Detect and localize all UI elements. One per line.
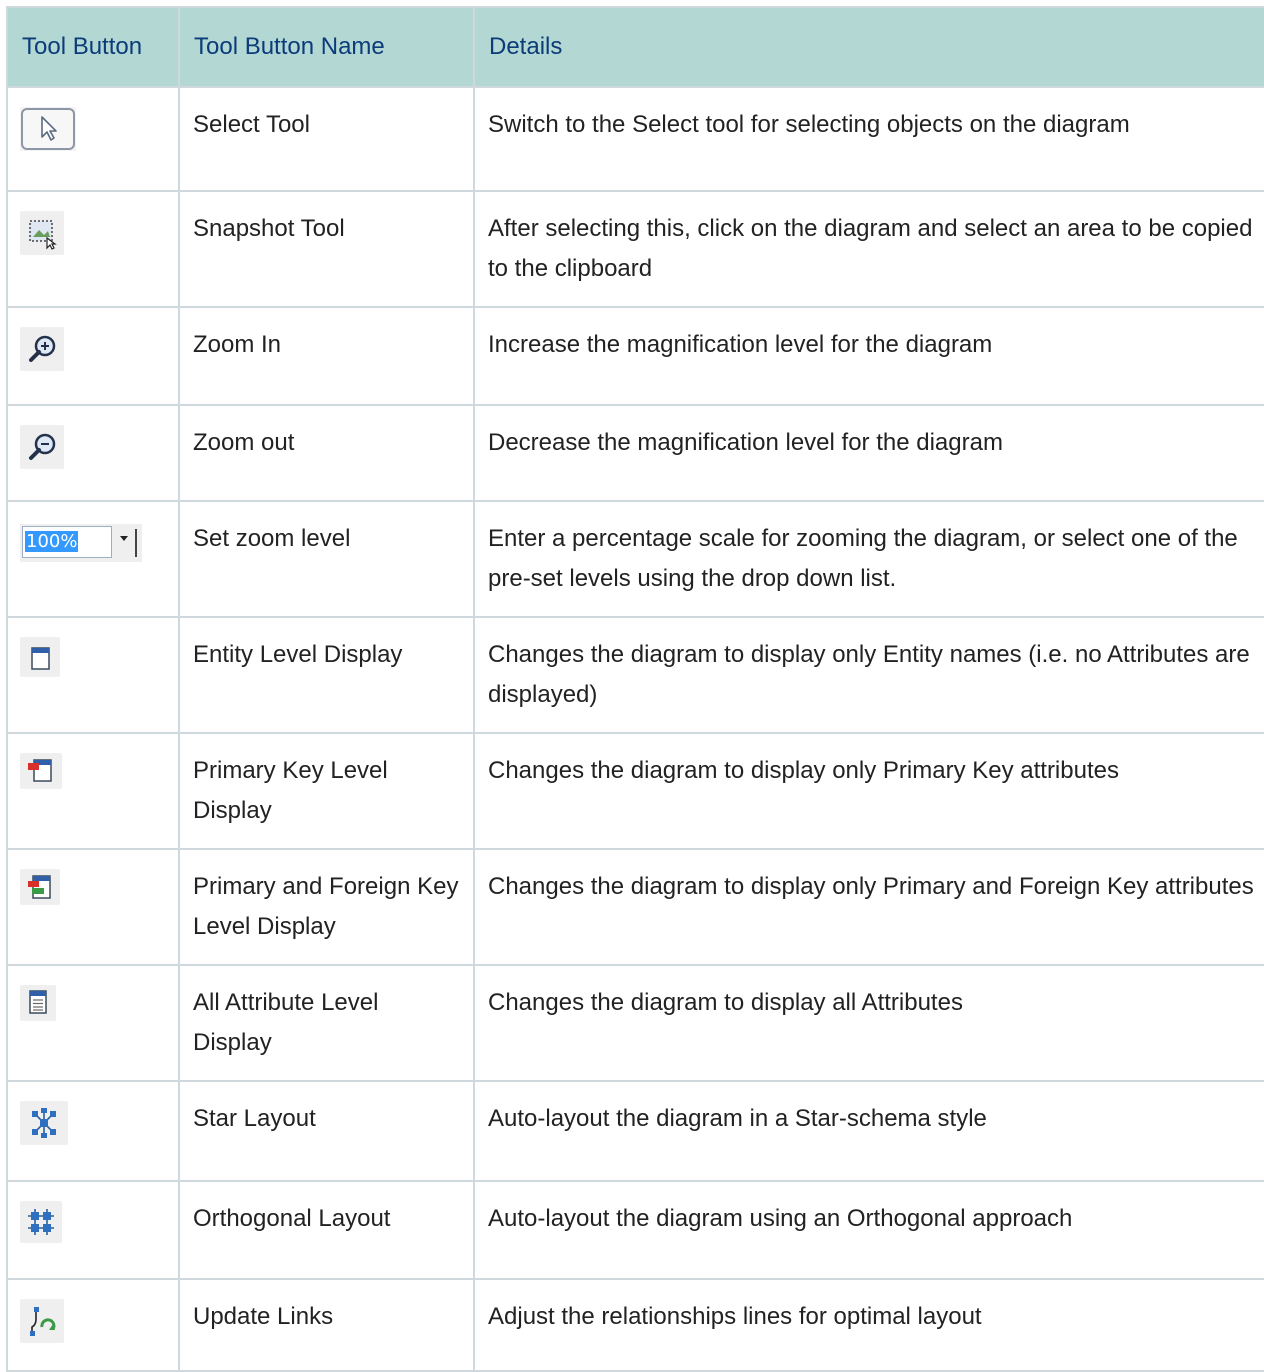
primary-key-level-icon[interactable] <box>20 753 62 789</box>
tool-details: Decrease the magnification level for the… <box>473 404 1264 502</box>
tool-details: Increase the magnification level for the… <box>473 306 1264 406</box>
tool-details: Changes the diagram to display all Attri… <box>473 964 1264 1082</box>
table-row: Zoom out Decrease the magnification leve… <box>6 404 1264 502</box>
icon-cell <box>6 1080 180 1182</box>
tool-buttons-table: Tool Button Tool Button Name Details Sel… <box>6 6 1264 1372</box>
header-details: Details <box>473 6 1264 88</box>
zoom-out-icon[interactable] <box>20 425 64 469</box>
tool-details: Changes the diagram to display only Enti… <box>473 616 1264 734</box>
icon-cell <box>6 190 180 308</box>
select-tool-icon[interactable] <box>20 107 76 151</box>
tool-name: Primary and Foreign Key Level Display <box>178 848 475 966</box>
update-links-icon[interactable] <box>20 1299 64 1343</box>
table-row: Select Tool Switch to the Select tool fo… <box>6 86 1264 192</box>
tool-details: Changes the diagram to display only Prim… <box>473 848 1264 966</box>
table-row: Primary Key Level Display Changes the di… <box>6 732 1264 850</box>
tool-name: Update Links <box>178 1278 475 1372</box>
table-row: 100% Set zoom level Enter a percentage s… <box>6 500 1264 618</box>
orthogonal-layout-icon[interactable] <box>20 1201 62 1243</box>
tool-name: Set zoom level <box>178 500 475 618</box>
header-tool-button: Tool Button <box>6 6 180 88</box>
header-tool-button-name: Tool Button Name <box>178 6 475 88</box>
tool-name: Entity Level Display <box>178 616 475 734</box>
icon-cell <box>6 1278 180 1372</box>
table-row: Orthogonal Layout Auto-layout the diagra… <box>6 1180 1264 1280</box>
entity-level-icon[interactable] <box>20 637 60 677</box>
tool-details: After selecting this, click on the diagr… <box>473 190 1264 308</box>
chevron-down-icon[interactable] <box>120 536 128 541</box>
icon-cell <box>6 404 180 502</box>
icon-cell <box>6 964 180 1082</box>
tool-details: Auto-layout the diagram using an Orthogo… <box>473 1180 1264 1280</box>
table-row: Zoom In Increase the magnification level… <box>6 306 1264 406</box>
tool-details: Auto-layout the diagram in a Star-schema… <box>473 1080 1264 1182</box>
icon-cell <box>6 732 180 850</box>
table-row: Update Links Adjust the relationships li… <box>6 1278 1264 1372</box>
primary-foreign-key-level-icon[interactable] <box>20 869 60 905</box>
table-row: All Attribute Level Display Changes the … <box>6 964 1264 1082</box>
icon-cell <box>6 616 180 734</box>
star-layout-icon[interactable] <box>20 1101 68 1145</box>
tool-name: Primary Key Level Display <box>178 732 475 850</box>
zoom-level-dropdown[interactable]: 100% <box>20 524 142 562</box>
tool-name: Star Layout <box>178 1080 475 1182</box>
tool-name: Select Tool <box>178 86 475 192</box>
table-row: Snapshot Tool After selecting this, clic… <box>6 190 1264 308</box>
tool-name: Zoom out <box>178 404 475 502</box>
table-row: Star Layout Auto-layout the diagram in a… <box>6 1080 1264 1182</box>
tool-name: All Attribute Level Display <box>178 964 475 1082</box>
tool-details: Switch to the Select tool for selecting … <box>473 86 1264 192</box>
zoom-level-value: 100% <box>25 531 79 552</box>
zoom-in-icon[interactable] <box>20 327 64 371</box>
tool-name: Snapshot Tool <box>178 190 475 308</box>
snapshot-tool-icon[interactable] <box>20 211 64 255</box>
icon-cell <box>6 306 180 406</box>
tool-details: Enter a percentage scale for zooming the… <box>473 500 1264 618</box>
table-row: Primary and Foreign Key Level Display Ch… <box>6 848 1264 966</box>
icon-cell: 100% <box>6 500 180 618</box>
table-row: Entity Level Display Changes the diagram… <box>6 616 1264 734</box>
icon-cell <box>6 86 180 192</box>
header-row: Tool Button Tool Button Name Details <box>6 6 1264 88</box>
zoom-level-input[interactable]: 100% <box>22 526 112 558</box>
icon-cell <box>6 1180 180 1280</box>
all-attribute-level-icon[interactable] <box>20 985 56 1021</box>
icon-cell <box>6 848 180 966</box>
tool-details: Changes the diagram to display only Prim… <box>473 732 1264 850</box>
tool-name: Zoom In <box>178 306 475 406</box>
tool-name: Orthogonal Layout <box>178 1180 475 1280</box>
divider <box>135 529 137 557</box>
tool-details: Adjust the relationships lines for optim… <box>473 1278 1264 1372</box>
